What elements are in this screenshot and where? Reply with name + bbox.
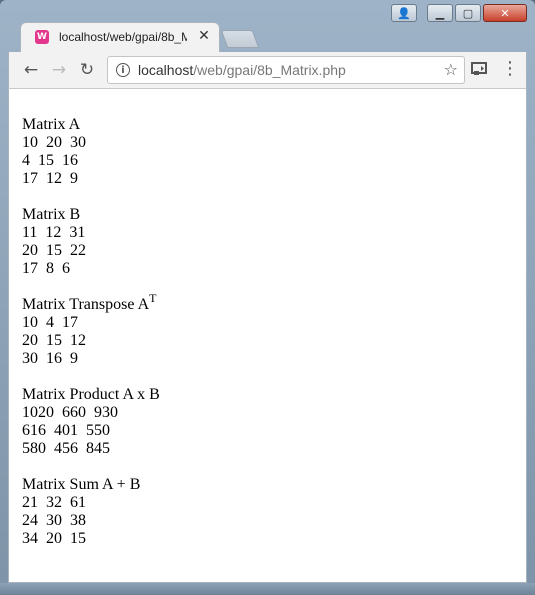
page-favicon-icon: W <box>35 30 49 44</box>
matrix-title: Matrix Transpose AT <box>22 290 157 313</box>
matrix-row: 580 456 845 <box>22 440 110 457</box>
user-profile-button[interactable]: 👤 <box>391 4 417 22</box>
matrix-transpose: Matrix Transpose AT 10 4 17 20 15 12 30 … <box>22 290 160 368</box>
matrix-row: 24 30 38 <box>22 512 86 529</box>
close-tab-icon[interactable]: ✕ <box>195 27 213 45</box>
new-tab-button[interactable] <box>220 30 260 48</box>
matrix-row: 10 4 17 <box>22 314 78 331</box>
close-icon: ✕ <box>500 7 510 20</box>
matrix-row: 20 15 12 <box>22 332 86 349</box>
url-path: /web/gpai/8b_Matrix.php <box>193 62 346 78</box>
cast-icon[interactable] <box>471 62 487 76</box>
tab-active[interactable]: W localhost/web/gpai/8b_M ✕ <box>20 22 220 52</box>
matrix-row: 11 12 31 <box>22 224 86 241</box>
matrix-row: 21 32 61 <box>22 494 86 511</box>
matrix-row: 17 8 6 <box>22 260 70 277</box>
matrix-output: Matrix A 10 20 30 4 15 16 17 12 9 Matrix… <box>22 116 160 566</box>
browser-window: W localhost/web/gpai/8b_M ✕ 👤 ▁ ▢ ✕ ← → … <box>0 0 535 595</box>
matrix-b: Matrix B 11 12 31 20 15 22 17 8 6 <box>22 206 160 278</box>
info-icon[interactable]: i <box>116 63 130 77</box>
matrix-row: 30 16 9 <box>22 350 78 367</box>
user-icon: 👤 <box>397 7 411 20</box>
address-bar[interactable]: i localhost/web/gpai/8b_Matrix.php ☆ <box>107 56 465 84</box>
back-arrow-icon[interactable]: ← <box>21 60 41 80</box>
matrix-row: 616 401 550 <box>22 422 110 439</box>
minimize-button[interactable]: ▁ <box>427 4 453 22</box>
matrix-title: Matrix Sum A + B <box>22 476 141 493</box>
bookmark-star-icon[interactable]: ☆ <box>444 60 458 79</box>
maximize-button[interactable]: ▢ <box>455 4 481 22</box>
matrix-row: 4 15 16 <box>22 152 78 169</box>
tab-strip: W localhost/web/gpai/8b_M ✕ 👤 ▁ ▢ ✕ <box>0 0 535 52</box>
maximize-icon: ▢ <box>462 7 474 20</box>
window-bottom-frame <box>0 583 535 595</box>
menu-dots-icon[interactable]: ⋮ <box>501 58 519 80</box>
url-text[interactable]: localhost/web/gpai/8b_Matrix.php <box>138 62 346 78</box>
close-window-button[interactable]: ✕ <box>483 4 527 22</box>
matrix-row: 1020 660 930 <box>22 404 118 421</box>
matrix-row: 20 15 22 <box>22 242 86 259</box>
window-controls: 👤 ▁ ▢ ✕ <box>391 4 527 24</box>
matrix-row: 17 12 9 <box>22 170 78 187</box>
minimize-icon: ▁ <box>435 7 445 20</box>
matrix-title: Matrix A <box>22 116 81 133</box>
matrix-title: Matrix B <box>22 206 81 223</box>
reload-icon[interactable]: ↻ <box>77 60 97 80</box>
matrix-product: Matrix Product A x B 1020 660 930 616 40… <box>22 386 160 458</box>
matrix-row: 10 20 30 <box>22 134 86 151</box>
forward-arrow-icon[interactable]: → <box>49 60 69 80</box>
matrix-row: 34 20 15 <box>22 530 86 547</box>
url-host: localhost <box>138 62 194 78</box>
matrix-a: Matrix A 10 20 30 4 15 16 17 12 9 <box>22 116 160 188</box>
matrix-sum: Matrix Sum A + B 21 32 61 24 30 38 34 20… <box>22 476 160 548</box>
browser-toolbar: ← → ↻ i localhost/web/gpai/8b_Matrix.php… <box>8 52 527 88</box>
page-content: Matrix A 10 20 30 4 15 16 17 12 9 Matrix… <box>8 88 527 583</box>
tab-title: localhost/web/gpai/8b_M <box>59 30 187 44</box>
matrix-title: Matrix Product A x B <box>22 386 160 403</box>
